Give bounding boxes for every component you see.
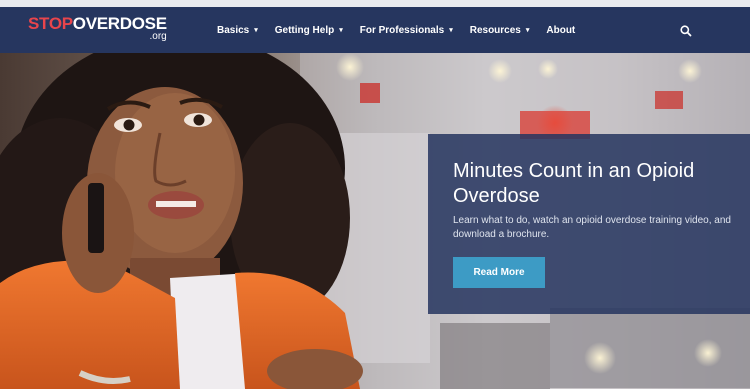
nav-item-getting-help[interactable]: Getting Help ▾ [275,25,343,36]
logo-tld: .org [149,31,167,42]
nav-item-label: Resources [469,24,521,36]
chevron-down-icon: ▾ [525,27,530,34]
chevron-down-icon: ▾ [449,27,453,34]
nav-item-label: Basics [217,24,250,36]
nav-item-resources[interactable]: Resources ▾ [470,25,530,36]
chevron-down-icon: ▾ [254,27,258,34]
logo-stop: STOP [28,14,73,33]
nav-item-label: Getting Help [274,24,335,36]
hero-banner: Minutes Count in an Opioid Overdose Lear… [0,53,750,389]
site-logo[interactable]: STOPOVERDOSE .org [28,15,167,42]
nav-item-about[interactable]: About [546,25,575,36]
chevron-down-icon: ▾ [339,27,343,34]
nav-item-for-professionals[interactable]: For Professionals ▾ [360,25,453,36]
hero-description: Learn what to do, watch an opioid overdo… [453,215,731,240]
nav-item-basics[interactable]: Basics ▾ [217,25,258,36]
read-more-button[interactable]: Read More [453,257,545,288]
hero-callout-panel: Minutes Count in an Opioid Overdose Lear… [428,134,750,314]
main-nav: Basics ▾ Getting Help ▾ For Professional… [217,7,592,53]
nav-item-label: About [546,24,576,36]
site-header: STOPOVERDOSE .org Basics ▾ Getting Help … [0,7,750,53]
hero-title: Minutes Count in an Opioid Overdose [453,160,695,207]
search-icon[interactable] [679,24,693,38]
top-strip [0,0,750,7]
logo-wordmark: STOPOVERDOSE [28,15,167,32]
nav-item-label: For Professionals [359,24,445,36]
